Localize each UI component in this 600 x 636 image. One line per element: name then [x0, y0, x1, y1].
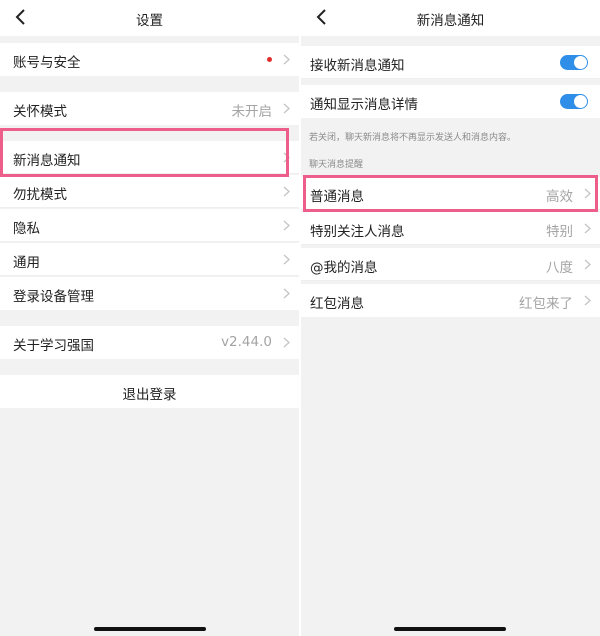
chevron-right-icon — [283, 54, 290, 65]
settings-item-about[interactable]: 关于学习强国 v2.44.0 — [0, 326, 299, 359]
home-indicator — [94, 627, 206, 631]
chat-alert-item-red-packet[interactable]: 红包消息 红包来了 — [301, 284, 600, 317]
chevron-right-icon — [283, 186, 290, 197]
notification-dot-icon — [267, 57, 272, 62]
chevron-right-icon — [283, 254, 290, 265]
chevron-right-icon — [584, 188, 591, 199]
toggle-label: 接收新消息通知 — [310, 58, 405, 74]
chat-alert-label: 红包消息 — [310, 296, 364, 312]
row-divider — [0, 173, 299, 174]
row-divider — [0, 275, 299, 276]
row-divider — [0, 207, 299, 208]
settings-item-new-message-notification[interactable]: 新消息通知 — [0, 141, 299, 174]
chat-alert-label: 普通消息 — [310, 189, 364, 205]
chat-alert-label: @我的消息 — [310, 260, 378, 276]
chat-alert-item-normal[interactable]: 普通消息 高效 — [301, 177, 600, 210]
settings-item-label: 关于学习强国 — [13, 338, 94, 354]
toggle-label: 通知显示消息详情 — [310, 97, 418, 113]
settings-item-privacy[interactable]: 隐私 — [0, 209, 299, 242]
settings-item-account-security[interactable]: 账号与安全 — [0, 43, 299, 76]
settings-item-do-not-disturb[interactable]: 勿扰模式 — [0, 175, 299, 208]
settings-item-label: 登录设备管理 — [13, 289, 94, 305]
notification-pane: 新消息通知 接收新消息通知 通知显示消息详情 若关闭，聊天新消息将不再显示发送人… — [301, 0, 600, 636]
section-title: 聊天消息提醒 — [309, 160, 364, 170]
toggle-knob — [574, 95, 587, 108]
settings-pane: 设置 账号与安全 关怀模式 未开启 新消息通知 勿扰模式 隐私 通用 登录设备管… — [0, 0, 299, 636]
settings-item-care-mode[interactable]: 关怀模式 未开启 — [0, 92, 299, 125]
row-divider — [0, 241, 299, 242]
settings-item-label: 隐私 — [13, 221, 40, 237]
settings-item-general[interactable]: 通用 — [0, 243, 299, 276]
settings-navbar: 设置 — [0, 0, 299, 36]
chat-alert-item-special[interactable]: 特别关注人消息 特别 — [301, 212, 600, 245]
receive-notifications-toggle[interactable] — [560, 55, 588, 70]
settings-item-login-devices[interactable]: 登录设备管理 — [0, 277, 299, 310]
chevron-right-icon — [584, 295, 591, 306]
notification-hint-text: 若关闭，聊天新消息将不再显示发送人和消息内容。 — [309, 133, 517, 143]
chevron-right-icon — [283, 220, 290, 231]
chevron-right-icon — [283, 288, 290, 299]
toggle-row-receive-notifications: 接收新消息通知 — [301, 46, 600, 79]
chevron-right-icon — [584, 223, 591, 234]
app-version-value: v2.44.0 — [221, 334, 272, 350]
toggle-knob — [574, 56, 587, 69]
settings-item-label: 通用 — [13, 255, 40, 271]
chat-alert-label: 特别关注人消息 — [310, 224, 405, 240]
settings-item-value: 未开启 — [231, 104, 273, 120]
page-title: 设置 — [136, 13, 163, 29]
settings-item-label: 关怀模式 — [13, 104, 67, 120]
chevron-right-icon — [283, 152, 290, 163]
row-divider — [301, 280, 600, 281]
chat-alert-value: 特别 — [546, 224, 573, 240]
settings-item-label: 账号与安全 — [13, 55, 81, 71]
chevron-right-icon — [283, 337, 290, 348]
show-details-toggle[interactable] — [560, 94, 588, 109]
home-indicator — [394, 627, 506, 631]
chevron-right-icon — [283, 103, 290, 114]
chat-alert-item-mention[interactable]: @我的消息 八度 — [301, 248, 600, 281]
notification-navbar: 新消息通知 — [301, 0, 600, 36]
chat-alert-value: 高效 — [546, 189, 573, 205]
chat-alert-value: 八度 — [546, 260, 573, 276]
chevron-right-icon — [584, 259, 591, 270]
row-divider — [301, 78, 600, 79]
logout-button[interactable]: 退出登录 — [0, 375, 299, 408]
settings-item-label: 勿扰模式 — [13, 187, 67, 203]
row-divider — [301, 209, 600, 210]
toggle-row-show-details: 通知显示消息详情 — [301, 85, 600, 118]
page-title: 新消息通知 — [416, 13, 485, 29]
logout-label: 退出登录 — [122, 387, 177, 403]
settings-item-label: 新消息通知 — [13, 153, 81, 169]
chat-alert-value: 红包来了 — [519, 296, 573, 312]
row-divider — [301, 244, 600, 245]
